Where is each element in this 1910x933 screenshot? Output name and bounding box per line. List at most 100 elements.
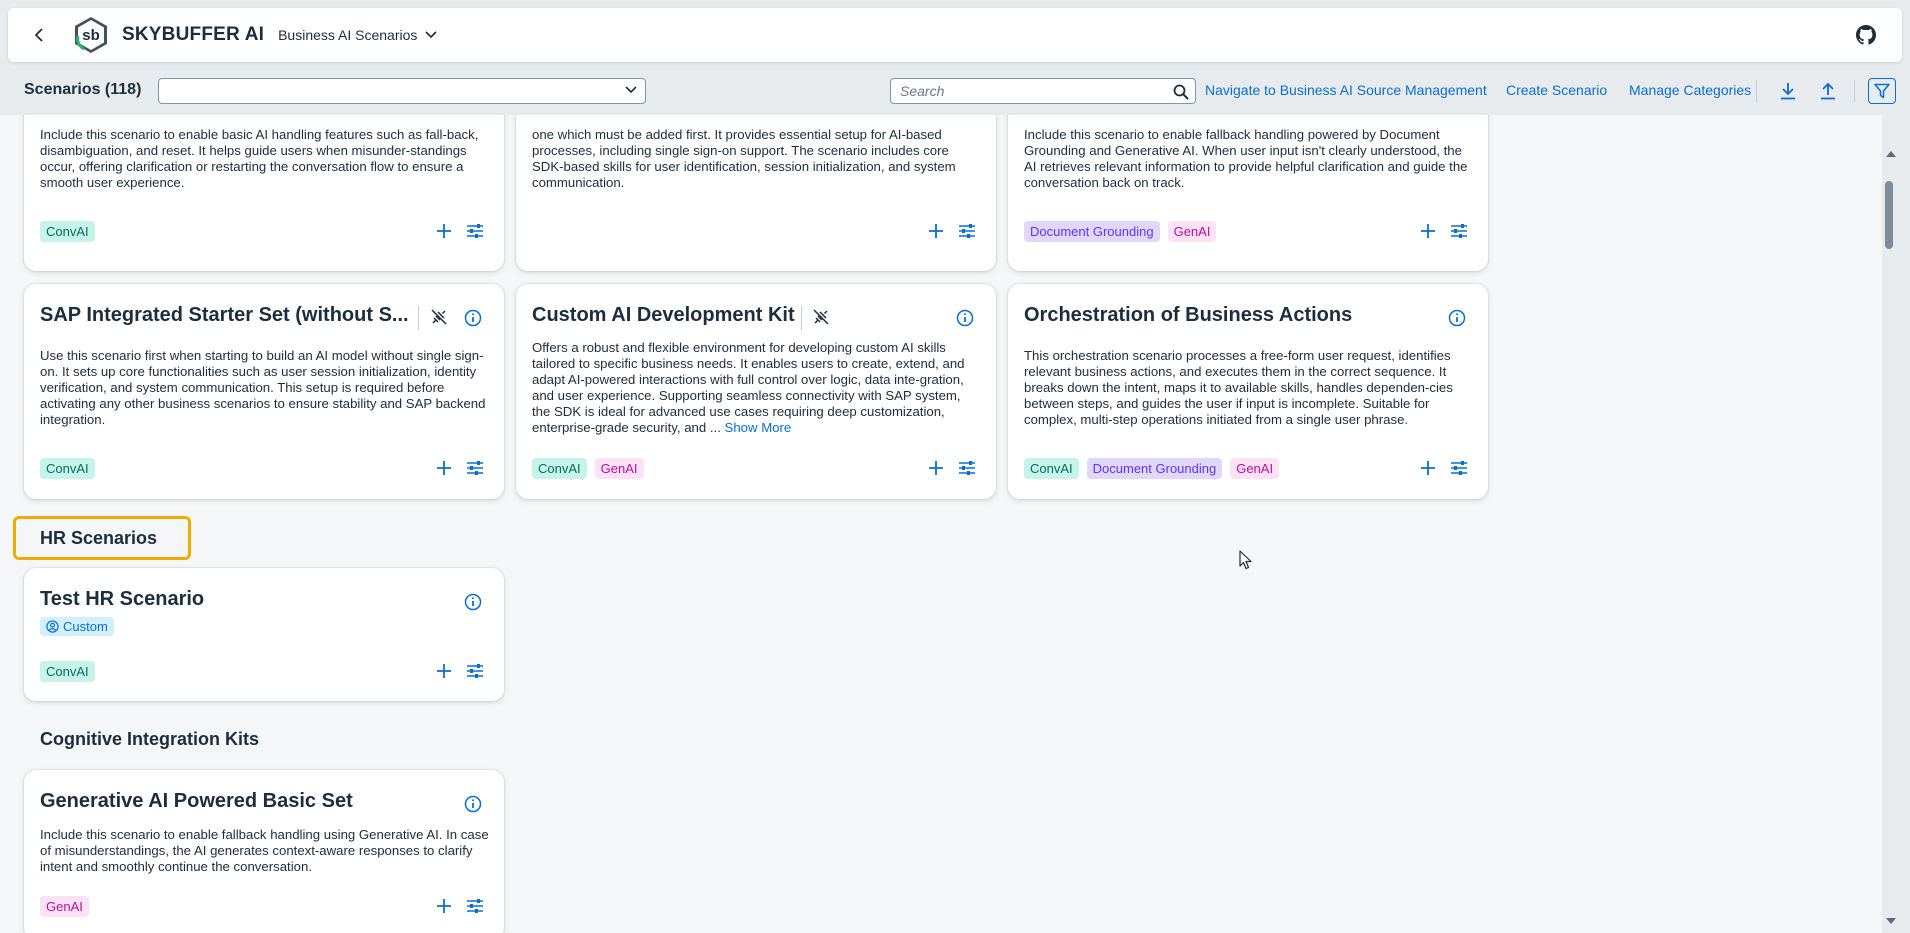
scrollbar-thumb[interactable] (1885, 181, 1893, 249)
card-title: SAP Integrated Starter Set (without S... (40, 304, 409, 326)
section-title-cognitive: Cognitive Integration Kits (40, 729, 260, 749)
card-description: Include this scenario to enable basic AI… (40, 127, 479, 190)
tag-genai: GenAI (40, 896, 89, 917)
plus-icon[interactable] (1420, 223, 1436, 239)
sliders-icon[interactable] (1450, 460, 1468, 476)
scenario-card[interactable]: Test HR Scenario Custom ConvAI (24, 568, 504, 701)
tag-genai: GenAI (1230, 458, 1280, 479)
card-tags: ConvAI Document Grounding GenAI (1024, 458, 1280, 479)
disconnected-icon (813, 309, 829, 325)
tag-convai: ConvAI (40, 221, 95, 242)
search-field (890, 78, 1196, 104)
sliders-icon[interactable] (466, 460, 484, 476)
user-icon (46, 620, 59, 633)
info-icon[interactable] (464, 795, 482, 813)
chevron-down-icon (425, 31, 437, 39)
info-icon[interactable] (956, 309, 974, 327)
title-separator (801, 306, 802, 330)
sliders-icon[interactable] (466, 898, 484, 914)
scenarios-content: Include this scenario to enable basic AI… (0, 115, 1882, 933)
scenario-card[interactable]: one which must be added first. It provid… (516, 115, 996, 271)
category-select[interactable] (158, 78, 646, 104)
tag-convai: ConvAI (40, 458, 95, 479)
toolbar-separator (1756, 80, 1757, 102)
brand-name: SKYBUFFER AI (122, 24, 265, 45)
plus-icon[interactable] (436, 223, 452, 239)
upload-icon (1821, 82, 1835, 100)
card-description: Offers a robust and flexible environment… (532, 340, 982, 436)
card-tags: GenAI (40, 896, 89, 917)
tag-document-grounding: Document Grounding (1024, 221, 1160, 242)
chevron-left-icon (34, 28, 43, 42)
sliders-icon[interactable] (466, 223, 484, 239)
app-menu-label: Business AI Scenarios (278, 27, 418, 43)
plus-icon[interactable] (436, 460, 452, 476)
scenarios-toolbar: Scenarios (118) Navigate to Business AI … (8, 70, 1902, 110)
scenario-card[interactable]: Include this scenario to enable fallback… (1008, 115, 1488, 271)
info-icon[interactable] (464, 309, 482, 327)
show-more-link[interactable]: Show More (725, 420, 792, 435)
sliders-icon[interactable] (1450, 223, 1468, 239)
back-button[interactable] (20, 15, 60, 55)
tag-convai: ConvAI (1024, 458, 1079, 479)
create-scenario-link[interactable]: Create Scenario (1506, 82, 1607, 98)
card-tags: ConvAI GenAI (532, 458, 644, 479)
scenario-card[interactable]: Custom AI Development Kit Offers a robus… (516, 284, 996, 499)
vertical-scrollbar[interactable] (1882, 143, 1896, 933)
manage-categories-link[interactable]: Manage Categories (1629, 82, 1751, 98)
scroll-up-arrow-icon[interactable] (1886, 150, 1896, 157)
card-actions (436, 460, 484, 476)
sliders-icon[interactable] (958, 223, 976, 239)
card-description: Include this scenario to enable fallback… (1024, 127, 1468, 190)
card-tags: ConvAI (40, 221, 95, 242)
title-separator (418, 306, 419, 330)
info-icon[interactable] (464, 593, 482, 611)
navigate-source-management-link[interactable]: Navigate to Business AI Source Managemen… (1205, 82, 1487, 98)
scenario-card[interactable]: Include this scenario to enable basic AI… (24, 115, 504, 271)
card-description: one which must be added first. It provid… (532, 127, 956, 190)
download-button[interactable] (1774, 78, 1802, 104)
mouse-cursor-icon (1239, 550, 1252, 570)
plus-icon[interactable] (1420, 460, 1436, 476)
card-tags: ConvAI (40, 661, 95, 682)
card-actions (1420, 460, 1468, 476)
tag-genai: GenAI (1167, 221, 1217, 242)
upload-button[interactable] (1814, 78, 1842, 104)
card-description: Include this scenario to enable fallback… (40, 827, 489, 874)
search-input[interactable] (891, 83, 1161, 99)
brand-logo: sb (75, 17, 107, 53)
plus-icon[interactable] (436, 898, 452, 914)
card-actions (436, 663, 484, 679)
tag-genai: GenAI (594, 458, 644, 479)
custom-badge-label: Custom (63, 619, 108, 634)
scroll-down-arrow-icon[interactable] (1886, 918, 1896, 925)
tag-convai: ConvAI (40, 661, 95, 682)
tag-convai: ConvAI (532, 458, 587, 479)
card-description: This orchestration scenario processes a … (1024, 348, 1453, 427)
sliders-icon[interactable] (958, 460, 976, 476)
scenario-card[interactable]: Generative AI Powered Basic Set Include … (24, 770, 504, 933)
tag-document-grounding: Document Grounding (1086, 458, 1223, 479)
card-actions (436, 223, 484, 239)
filter-icon (1874, 83, 1890, 99)
card-actions (436, 898, 484, 914)
app-menu-button[interactable]: Business AI Scenarios (278, 27, 437, 43)
card-tags: ConvAI (40, 458, 95, 479)
info-icon[interactable] (1448, 309, 1466, 327)
card-title: Test HR Scenario (40, 588, 205, 610)
plus-icon[interactable] (928, 460, 944, 476)
card-title: Generative AI Powered Basic Set (40, 790, 353, 812)
card-actions (1420, 223, 1468, 239)
card-actions (928, 223, 976, 239)
sliders-icon[interactable] (466, 663, 484, 679)
search-icon[interactable] (1173, 84, 1189, 100)
disconnected-icon (431, 309, 447, 325)
plus-icon[interactable] (928, 223, 944, 239)
github-icon[interactable] (1856, 25, 1876, 45)
scenario-card[interactable]: SAP Integrated Starter Set (without S...… (24, 284, 504, 499)
plus-icon[interactable] (436, 663, 452, 679)
scenario-card[interactable]: Orchestration of Business Actions This o… (1008, 284, 1488, 499)
filter-button[interactable] (1868, 78, 1896, 104)
download-icon (1781, 83, 1795, 100)
card-tags: Document Grounding GenAI (1024, 221, 1217, 242)
